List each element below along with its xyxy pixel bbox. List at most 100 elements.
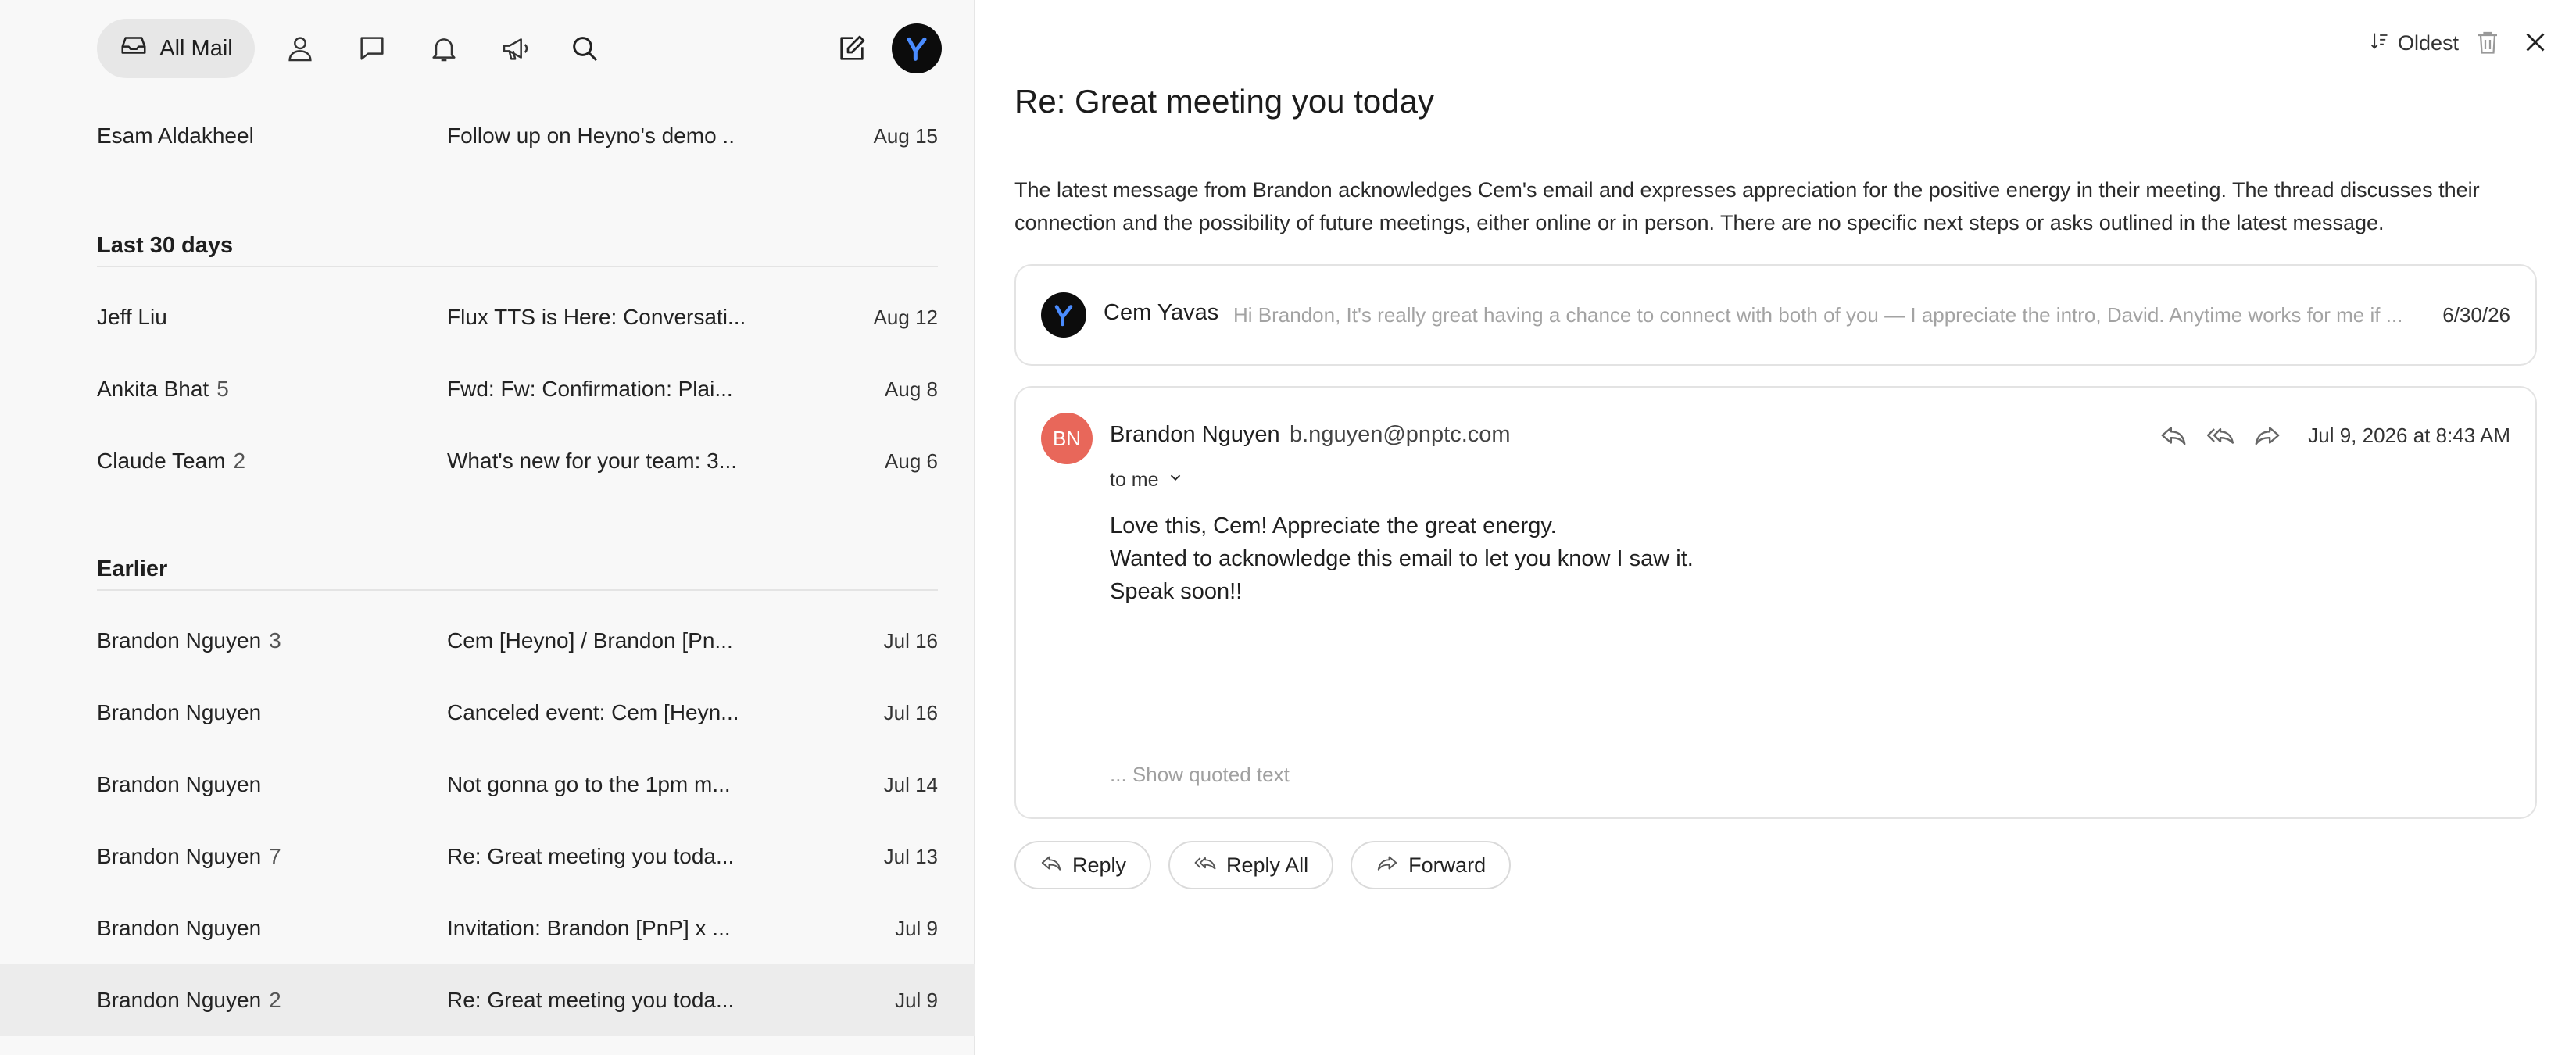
forward-label: Forward [1408,853,1487,877]
message-subject: Re: Great meeting you toda... [447,844,735,868]
thread-pane: Oldest Re: Great meeting you today The l… [977,0,2576,1055]
sender-label: Brandon Nguyen [97,628,262,653]
all-mail-label: All Mail [159,35,233,61]
person-icon[interactable] [281,30,319,67]
list-item[interactable]: Esam Aldakheel Follow up on Heyno's demo … [0,100,975,172]
message-date: Aug 15 [873,124,938,148]
message-date: Jul 16 [883,701,938,724]
message-date: Jul 13 [883,845,938,868]
list-item[interactable]: Brandon Nguyen Not gonna go to the 1pm m.… [0,749,975,821]
list-item[interactable]: Claude Team 2 What's new for your team: 3.… [0,425,975,497]
reply-actions: Reply Reply All Forward [1014,841,1512,889]
thread-count: 7 [269,844,281,868]
forward-button[interactable]: Forward [1351,841,1512,889]
list-item[interactable]: Brandon Nguyen Canceled event: Cem [Heyn.… [0,677,975,749]
bell-icon[interactable] [425,30,463,67]
reply-all-label: Reply All [1226,853,1309,877]
message-date: Aug 12 [873,306,938,329]
message-date: Jul 9, 2026 at 8:43 AM [2308,424,2510,447]
section-header: Earlier [97,556,938,591]
compose-icon[interactable] [833,30,871,67]
message-subject: What's new for your team: 3... [447,449,738,473]
message-date: Jul 14 [883,773,938,796]
sender-label: Esam Aldakheel [97,123,254,148]
reply-icon [1039,851,1063,880]
brand-logo-icon [907,37,927,61]
message-subject: Not gonna go to the 1pm m... [447,772,731,796]
recipients-label: to me [1110,469,1159,491]
message-snippet: Hi Brandon, It's really great having a c… [1233,303,2403,327]
thread-count: 3 [269,628,281,653]
sort-icon [2368,30,2390,57]
message-subject: Canceled event: Cem [Heyn... [447,700,739,724]
close-icon[interactable] [2521,28,2549,56]
trash-icon[interactable] [2474,28,2502,56]
list-item[interactable]: Ankita Bhat 5 Fwd: Fw: Confirmation: Plai.… [0,353,975,425]
message-date: Aug 6 [885,449,938,473]
search-icon[interactable] [566,30,603,67]
all-mail-button[interactable]: All Mail [97,19,255,78]
megaphone-icon[interactable] [497,30,535,67]
sender-name: Brandon Nguyen [1110,422,1280,447]
message-subject: Fwd: Fw: Confirmation: Plai... [447,377,733,401]
sort-label: Oldest [2397,31,2459,55]
list-item[interactable]: Brandon Nguyen 2 Re: Great meeting you tod… [0,964,975,1036]
reply-button[interactable]: Reply [1014,841,1152,889]
sender-name: Brandon Nguyen [97,677,261,749]
brand-logo-icon [1054,305,1073,327]
section-header: Last 30 days [97,233,938,267]
top-toolbar: All Mail [97,19,942,78]
show-quoted-text-link[interactable]: ... Show quoted text [1110,763,1290,787]
chevron-down-icon [1167,469,1184,492]
sender-name: Brandon Nguyen [97,749,261,821]
sender-name: Brandon Nguyen 3 [97,605,281,677]
sender-name: Brandon Nguyen 2 [97,964,281,1036]
sender-email: b.nguyen@pnptc.com [1290,422,1511,447]
mail-app: All Mail Esam Aldakheel Follow up on Hey… [0,0,2576,1055]
message-subject: Follow up on Heyno's demo .. [447,123,735,148]
message-subject: Cem [Heyno] / Brandon [Pn... [447,628,733,653]
sender-avatar: BN [1041,413,1093,464]
message-actions [2157,419,2284,452]
user-avatar[interactable] [892,23,942,73]
reply-all-icon[interactable] [2204,419,2237,452]
sender-label: Brandon Nguyen [97,916,262,940]
list-item[interactable]: Jeff Liu Flux TTS is Here: Conversati... A… [0,281,975,353]
sort-button[interactable]: Oldest [2368,30,2459,57]
sender-name: Cem Yavas [1104,300,1219,325]
sender-label: Brandon Nguyen [97,700,262,724]
message-subject: Re: Great meeting you toda... [447,988,735,1012]
reply-icon[interactable] [2157,419,2190,452]
sender-avatar [1041,292,1086,338]
chat-icon[interactable] [353,30,391,67]
thread-summary: The latest message from Brandon acknowle… [1014,178,2480,234]
sender-label: Jeff Liu [97,305,167,329]
list-item[interactable]: Brandon Nguyen 7 Re: Great meeting you tod… [0,821,975,892]
sender-name: Esam Aldakheel [97,100,254,172]
collapsed-message[interactable]: Cem Yavas Hi Brandon, It's really great … [1014,264,2537,366]
thread-count: 2 [233,449,246,473]
recipients-toggle[interactable]: to me [1110,469,1184,492]
sender-name: Brandon Nguyen 7 [97,821,281,892]
thread-title: Re: Great meeting you today [1014,83,1434,120]
forward-icon[interactable] [2251,419,2284,452]
sender-name: Ankita Bhat 5 [97,353,229,425]
message-date: 6/30/26 [2442,303,2510,327]
sender-label: Brandon Nguyen [97,988,262,1012]
reply-all-button[interactable]: Reply All [1168,841,1334,889]
message-date: Aug 8 [885,377,938,401]
expanded-message: BN Brandon Nguyen b.nguyen@pnptc.com Jul… [1014,386,2537,819]
sender-label: Claude Team [97,449,226,473]
reply-all-icon [1193,851,1217,880]
thread-count: 2 [269,988,281,1012]
body-line: Wanted to acknowledge this email to let … [1110,546,1694,571]
message-date: Jul 9 [895,989,938,1012]
message-body: Love this, Cem! Appreciate the great ene… [1110,510,1694,608]
sender-name: Claude Team 2 [97,425,245,497]
body-line: Speak soon!! [1110,579,1243,604]
body-line: Love this, Cem! Appreciate the great ene… [1110,513,1557,538]
inbox-icon [119,30,148,66]
list-item[interactable]: Brandon Nguyen 3 Cem [Heyno] / Brandon [Pn… [0,605,975,677]
message-subject: Flux TTS is Here: Conversati... [447,305,746,329]
list-item[interactable]: Brandon Nguyen Invitation: Brandon [PnP] … [0,892,975,964]
